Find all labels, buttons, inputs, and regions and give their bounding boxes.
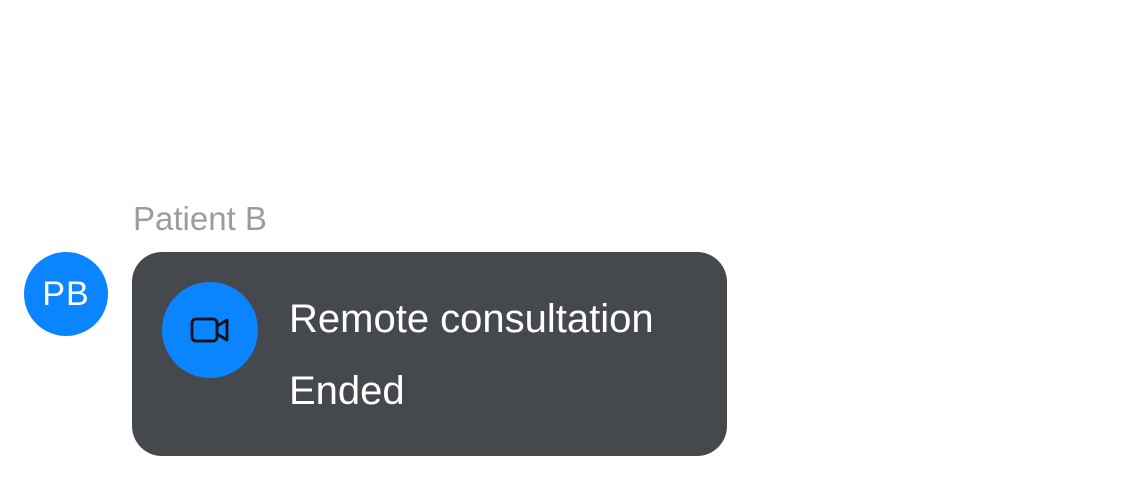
video-call-icon-button — [162, 282, 258, 378]
video-camera-icon — [190, 317, 229, 343]
sender-name: Patient B — [133, 200, 267, 237]
call-title: Remote consultation — [289, 297, 654, 341]
call-message-bubble[interactable]: Remote consultation Ended — [132, 252, 727, 456]
call-status: Ended — [289, 369, 405, 413]
avatar[interactable]: PB — [24, 252, 108, 336]
chat-screen: { "message": { "sender_name": "Patient B… — [0, 0, 1125, 480]
